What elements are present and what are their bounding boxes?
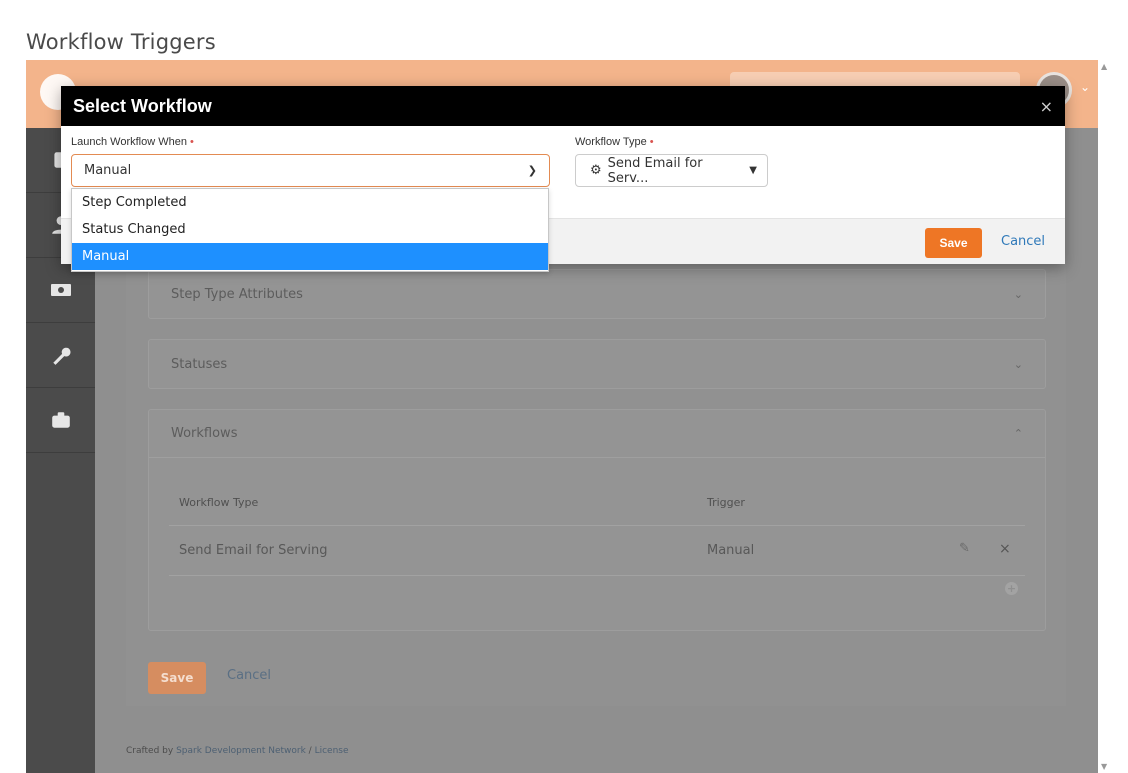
plus-circle-icon[interactable]: + [1005,582,1018,595]
cogs-icon: ⚙ [590,163,602,178]
column-header-workflow-type: Workflow Type [179,496,259,509]
chevron-down-icon: ⌄ [1013,287,1023,301]
table-row: Send Email for Serving Manual ✎ × [169,526,1025,576]
times-icon[interactable]: × [999,541,1011,557]
cell-workflow-type: Send Email for Serving [179,543,328,558]
required-indicator: • [649,136,654,148]
chevron-down-icon: ⌄ [1013,357,1023,371]
section-workflows: Workflows ⌃ Workflow Type Trigger Send E… [148,409,1046,631]
modal-save-button[interactable]: Save [925,228,982,258]
pencil-icon[interactable]: ✎ [959,541,970,556]
launch-workflow-select[interactable]: Manual ❯ [71,154,550,187]
money-icon [50,284,71,296]
grid-header: Workflow Type Trigger [169,476,1025,526]
chevron-down-icon: ❯ [527,164,537,177]
cancel-link[interactable]: Cancel [227,668,271,683]
workflow-type-value: Send Email for Serv... [607,155,703,186]
workflow-type-label: Workflow Type • [575,136,654,148]
cell-trigger: Manual [707,543,755,558]
option-manual[interactable]: Manual [72,243,548,270]
footer-link-spark[interactable]: Spark Development Network [176,746,306,756]
page-title: Workflow Triggers [26,30,216,54]
modal-title: Select Workflow [73,95,212,116]
chevron-up-icon: ⌃ [1013,427,1023,440]
caret-down-icon: ▼ [749,165,757,176]
column-header-trigger: Trigger [707,496,745,509]
modal-header: Select Workflow × [61,86,1065,126]
launch-workflow-options: Step Completed Status Changed Manual [71,188,549,272]
sidebar-item-tools[interactable] [26,323,95,388]
section-header[interactable]: Workflows ⌃ [149,410,1045,458]
section-title: Workflows [171,426,238,441]
section-title: Step Type Attributes [171,286,303,302]
scroll-up-icon[interactable]: ▲ [1101,62,1107,71]
workflow-type-picker[interactable]: ⚙ Send Email for Serv... ▼ [575,154,768,187]
launch-workflow-label-text: Launch Workflow When [71,136,187,148]
briefcase-icon [51,412,70,428]
section-statuses[interactable]: Statuses ⌄ [148,339,1046,389]
launch-workflow-value: Manual [84,163,132,178]
required-indicator: • [190,136,194,148]
option-step-completed[interactable]: Step Completed [72,189,548,216]
modal-cancel-link[interactable]: Cancel [1001,234,1045,249]
workflow-type-label-text: Workflow Type [575,136,647,148]
page-scrollbar[interactable]: ▲ ▼ [1098,60,1112,773]
chevron-down-icon[interactable]: ⌄ [1080,80,1090,94]
close-icon[interactable]: × [1040,97,1053,116]
save-button[interactable]: Save [148,662,206,694]
footer-separator: / [305,746,315,756]
option-status-changed[interactable]: Status Changed [72,216,548,243]
footer-link-license[interactable]: License [315,746,349,756]
wrench-icon [52,347,71,365]
footer-prefix: Crafted by [126,746,177,756]
sidebar-item-admin[interactable] [26,388,95,453]
launch-workflow-label: Launch Workflow When • [71,136,194,148]
section-step-type-attributes[interactable]: Step Type Attributes ⌄ [148,269,1046,319]
footer: Crafted by Spark Development Network / L… [126,746,349,756]
scroll-down-icon[interactable]: ▼ [1101,762,1107,771]
section-title: Statuses [171,356,228,372]
